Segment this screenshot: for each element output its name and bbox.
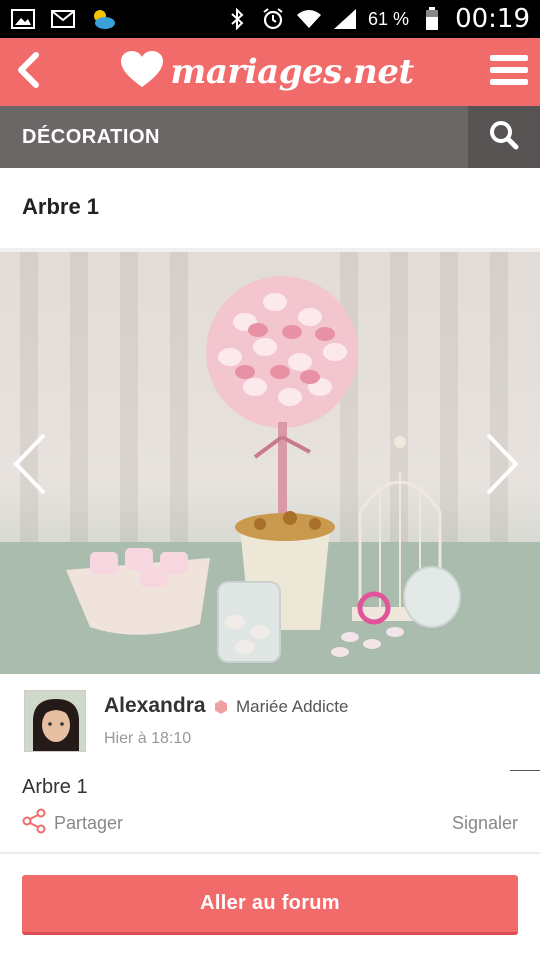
category-title: DÉCORATION [22,125,160,148]
hamburger-menu-icon [490,54,528,90]
divider [510,770,540,771]
report-link[interactable]: Signaler [452,813,518,834]
gmail-icon [50,8,76,30]
go-to-forum-button[interactable]: Aller au forum [22,875,518,935]
clock: 00:19 [455,4,530,34]
back-button[interactable] [0,38,56,106]
post-photo[interactable] [0,252,540,674]
battery-icon [419,7,445,30]
signal-icon [332,8,358,30]
chevron-left-icon [16,51,40,93]
app-header: mariages.net [0,38,540,106]
share-button[interactable]: Partager [22,808,123,839]
share-icon [22,808,46,839]
status-bar: 61 % 00:19 [0,0,540,38]
menu-button[interactable] [478,38,540,106]
image-icon [10,8,36,30]
author-name[interactable]: Alexandra [104,694,206,718]
divider [0,852,540,854]
search-icon [489,120,519,155]
share-label: Partager [54,812,124,833]
wifi-icon [296,8,322,30]
bluetooth-icon [224,8,250,30]
weather-icon [90,8,116,30]
post-timestamp: Hier à 18:10 [104,730,192,747]
next-photo-button[interactable] [484,432,528,502]
logo-text: mariages.net [170,52,414,92]
logo[interactable]: mariages.net [56,50,478,94]
post-actions: Partager Signaler [22,808,518,838]
category-bar: DÉCORATION [0,106,540,168]
battery-percent: 61 % [368,8,410,29]
photo-illustration [0,252,540,674]
search-button[interactable] [468,106,540,168]
avatar[interactable] [24,690,86,752]
post-body: Arbre 1 [22,776,88,798]
previous-photo-button[interactable] [12,432,56,502]
post-title: Arbre 1 [22,194,100,219]
author-info: Alexandra Mariée Addicte Hier à 18:10 [24,690,524,754]
alarm-icon [260,8,286,30]
badge-hexagon-icon [214,700,228,714]
heart-icon [120,50,164,94]
author-badge: Mariée Addicte [236,697,349,716]
